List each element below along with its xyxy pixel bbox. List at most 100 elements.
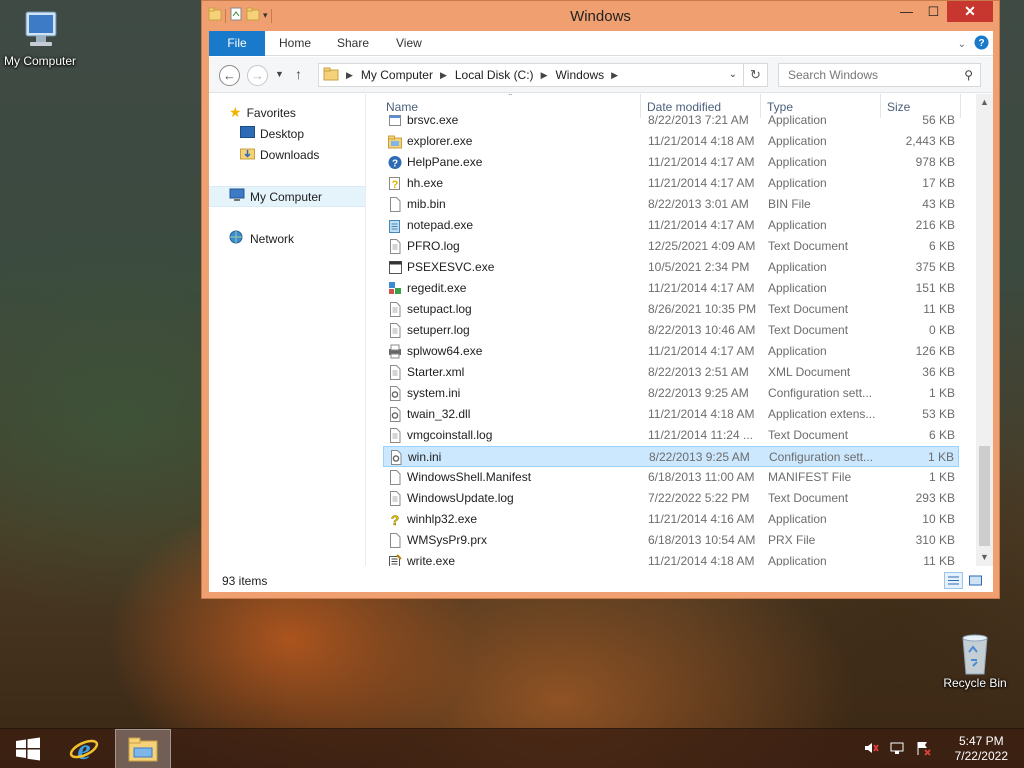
svg-text:?: ? [392,159,398,170]
forward-button[interactable]: → [247,65,268,86]
taskbar: e 5:47 PM 7/22/2022 [0,728,1024,768]
details-view-button[interactable] [944,572,963,589]
internet-explorer-icon: e [69,733,99,765]
back-button[interactable]: ← [219,65,240,86]
file-size: 375 KB [915,260,955,274]
nav-item-my-computer[interactable]: My Computer [209,186,365,207]
maximize-button[interactable]: ☐ [920,1,947,22]
file-row[interactable]: vmgcoinstall.log 11/21/2014 11:24 ... Text… [383,425,959,446]
file-row[interactable]: ? winhlp32.exe 11/21/2014 4:16 AM Applicati… [383,509,959,530]
file-row[interactable]: setuperr.log 8/22/2013 10:46 AM Text Docum… [383,320,959,341]
file-row[interactable]: PSEXESVC.exe 10/5/2021 2:34 PM Application… [383,257,959,278]
breadcrumb-separator[interactable]: ▶ [541,70,548,81]
file-type: Application [768,113,827,127]
recent-locations-dropdown[interactable]: ▼ [275,69,284,79]
scroll-up-arrow[interactable]: ▲ [976,94,993,111]
address-history-dropdown[interactable]: ⌄ [729,69,737,80]
file-row[interactable]: twain_32.dll 11/21/2014 4:18 AM Applicatio… [383,404,959,425]
tab-home[interactable]: Home [279,31,311,56]
scroll-down-arrow[interactable]: ▼ [976,549,993,566]
breadcrumb-my-computer[interactable]: My Computer [361,68,433,82]
help-icon[interactable]: ? [974,35,989,53]
address-bar[interactable]: ▶ My Computer ▶ Local Disk (C:) ▶ Window… [318,63,768,87]
file-row[interactable]: WMSysPr9.prx 6/18/2013 10:54 AM PRX File 31… [383,530,959,551]
breadcrumb-separator[interactable]: ▶ [346,70,353,81]
file-type: Application [768,512,827,526]
file-row[interactable]: mib.bin 8/22/2013 3:01 AM BIN File 43 KB [383,194,959,215]
file-date-modified: 12/25/2021 4:09 AM [648,239,756,253]
desktop-icon-recycle-bin[interactable]: Recycle Bin [935,630,1015,690]
file-date-modified: 11/21/2014 4:17 AM [648,155,755,169]
refresh-icon: ↻ [750,67,761,82]
file-row[interactable]: PFRO.log 12/25/2021 4:09 AM Text Document 6… [383,236,959,257]
title-bar[interactable]: ▾ Windows — ☐ ✕ [202,1,999,31]
computer-icon [16,8,64,52]
close-button[interactable]: ✕ [947,1,993,22]
address-toolbar: ← → ▼ ↑ ▶ My Computer ▶ Local Disk (C:) … [209,57,993,93]
breadcrumb-local-disk[interactable]: Local Disk (C:) [455,68,534,82]
view-toggle [944,572,985,589]
nav-item-favorites[interactable]: ★ Favorites [209,102,365,123]
config-icon [389,450,403,465]
details-view-icon [948,576,959,585]
nav-item-downloads[interactable]: Downloads [209,144,365,165]
refresh-button[interactable]: ↻ [743,64,767,86]
svg-text:?: ? [978,38,984,49]
breadcrumb-windows[interactable]: Windows [555,68,604,82]
tab-file[interactable]: File [209,31,265,56]
file-row[interactable]: splwow64.exe 11/21/2014 4:17 AM Applicatio… [383,341,959,362]
file-row[interactable]: WindowsShell.Manifest 6/18/2013 11:00 AM M… [383,467,959,488]
file-row[interactable]: brsvc.exe 8/22/2013 7:21 AM Application 56 … [383,110,959,131]
file-date-modified: 11/21/2014 4:17 AM [648,176,755,190]
file-row[interactable]: write.exe 11/21/2014 4:18 AM Application 11… [383,551,959,566]
desktop-icon [240,126,255,141]
nav-item-desktop[interactable]: Desktop [209,123,365,144]
file-row[interactable]: explorer.exe 11/21/2014 4:18 AM Applicatio… [383,131,959,152]
breadcrumb-separator[interactable]: ▶ [440,70,447,81]
file-icon [388,197,402,212]
desktop-icon-my-computer[interactable]: My Computer [0,8,80,68]
file-row[interactable]: setupact.log 8/26/2021 10:35 PM Text Docum… [383,299,959,320]
file-type: Application [768,218,827,232]
breadcrumb-separator[interactable]: ▶ [611,70,618,81]
file-row[interactable]: ? hh.exe 11/21/2014 4:17 AM Application 17 K… [383,173,959,194]
column-divider[interactable] [960,94,961,118]
large-icons-view-icon [969,575,982,586]
config-icon [388,407,402,422]
minimize-button[interactable]: — [893,1,920,22]
taskbar-file-explorer[interactable] [115,729,171,768]
file-type: MANIFEST File [768,470,852,484]
file-row[interactable]: system.ini 8/22/2013 9:25 AM Configuration… [383,383,959,404]
write-icon [388,554,402,566]
vertical-scrollbar[interactable]: ▲ ▼ [976,94,993,566]
action-center-icon[interactable] [915,740,931,759]
file-row[interactable]: WindowsUpdate.log 7/22/2022 5:22 PM Text D… [383,488,959,509]
search-icon[interactable]: ⚲ [964,64,973,86]
up-button[interactable]: ↑ [295,66,302,82]
file-date-modified: 8/22/2013 3:01 AM [648,197,749,211]
file-size: 1 KB [927,450,954,464]
scrollbar-thumb[interactable] [979,446,990,546]
file-name: HelpPane.exe [407,155,483,169]
nav-item-network[interactable]: Network [209,228,365,249]
taskbar-internet-explorer[interactable]: e [56,729,112,768]
window-content: File Home Share View ⌄ ? ← → ▼ ↑ ▶ My Co… [209,31,993,592]
file-row[interactable]: Starter.xml 8/22/2013 2:51 AM XML Document… [383,362,959,383]
start-button[interactable] [0,729,56,768]
folder-app-icon [388,134,402,149]
file-name: hh.exe [407,176,444,190]
clock[interactable]: 5:47 PM 7/22/2022 [955,734,1008,764]
file-row[interactable]: regedit.exe 11/21/2014 4:17 AM Application… [383,278,959,299]
network-icon [229,230,245,247]
network-status-icon[interactable] [889,740,905,759]
file-row[interactable]: ? HelpPane.exe 11/21/2014 4:17 AM Applicati… [383,152,959,173]
tab-share[interactable]: Share [337,31,369,56]
volume-muted-icon[interactable] [863,740,879,759]
tab-view[interactable]: View [396,31,422,56]
search-input[interactable]: Search Windows ⚲ [778,63,981,87]
file-row[interactable]: notepad.exe 11/21/2014 4:17 AM Application… [383,215,959,236]
expand-ribbon-icon[interactable]: ⌄ [958,39,966,50]
large-icons-view-button[interactable] [966,572,985,589]
file-size: 0 KB [928,323,955,337]
file-row[interactable]: win.ini 8/22/2013 9:25 AM Configuration se… [383,446,959,467]
